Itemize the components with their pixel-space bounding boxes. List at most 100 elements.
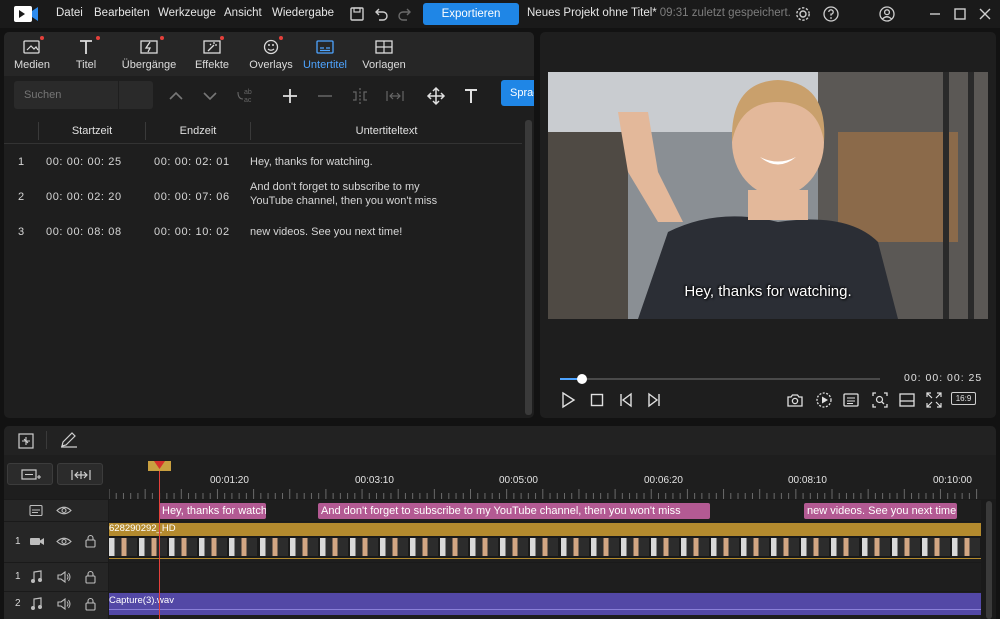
menu-tools[interactable]: Werkzeuge (158, 7, 216, 19)
ruler-tick-label: 00:08:10 (788, 475, 827, 486)
tab-overlays-label: Overlays (249, 59, 293, 71)
edit-pen-icon[interactable] (59, 431, 79, 449)
language-button[interactable]: Sprac (501, 80, 534, 106)
timeline-scrollbar[interactable] (986, 501, 992, 619)
tab-subtitles[interactable]: Untertitel (295, 36, 355, 74)
add-subtitle-icon[interactable] (280, 86, 300, 106)
eye-visibility-icon[interactable] (56, 504, 72, 517)
subtitle-overlay-text: Hey, thanks for watching. (684, 283, 852, 300)
move-position-icon[interactable] (426, 86, 446, 106)
export-button[interactable]: Exportieren (423, 3, 519, 25)
row-subtitle-text[interactable]: And don't forget to subscribe to my YouT… (250, 180, 450, 208)
seek-handle[interactable] (577, 374, 588, 384)
seek-bar[interactable] (560, 374, 880, 384)
header-end-time: Endzeit (179, 125, 217, 137)
playback-quality-icon[interactable] (815, 391, 833, 409)
audio-clip[interactable]: Capture(3).wav (109, 593, 981, 615)
layout-toggle-icon[interactable] (898, 391, 916, 409)
toolbar-divider (46, 431, 47, 449)
row-end-time[interactable]: 00: 00: 10: 02 (154, 225, 230, 239)
account-icon[interactable] (878, 5, 896, 23)
subtitle-clip[interactable]: Hey, thanks for watch (159, 503, 266, 519)
video-clip[interactable]: 628290292_HD (109, 523, 981, 559)
menu-edit[interactable]: Bearbeiten (94, 7, 150, 19)
row-end-time[interactable]: 00: 00: 07: 06 (154, 190, 230, 204)
audio-track-1-lane[interactable] (109, 563, 981, 591)
zoom-preview-icon[interactable] (871, 391, 889, 409)
row-subtitle-text[interactable]: new videos. See you next time! (250, 225, 450, 239)
ruler-tick-label: 00:03:10 (355, 475, 394, 486)
minimize-icon[interactable] (926, 5, 944, 23)
video-track-lane[interactable]: 628290292_HD (109, 522, 981, 562)
maximize-icon[interactable] (951, 5, 969, 23)
previous-frame-icon[interactable] (617, 391, 635, 409)
snapshot-camera-icon[interactable] (786, 391, 804, 409)
search-input[interactable] (14, 81, 118, 109)
row-start-time[interactable]: 00: 00: 08: 08 (46, 225, 122, 239)
close-icon[interactable] (976, 5, 994, 23)
playhead-line (159, 461, 160, 619)
subtitle-clip[interactable]: new videos. See you next time! (804, 503, 957, 519)
settings-gear-icon[interactable] (794, 5, 812, 23)
tab-overlays[interactable]: Overlays (241, 36, 301, 74)
playhead-handle[interactable] (147, 460, 172, 472)
tab-effects[interactable]: Effekte (182, 36, 242, 74)
redo-icon[interactable] (396, 5, 414, 23)
video-thumbnail (951, 538, 980, 556)
video-preview[interactable]: Hey, thanks for watching. (548, 72, 988, 319)
tab-transitions[interactable]: Übergänge (119, 36, 179, 74)
stop-icon[interactable] (588, 391, 606, 409)
replace-text-icon[interactable]: ab ac (236, 86, 256, 106)
merge-subtitle-icon[interactable] (385, 86, 405, 106)
chevron-down-icon[interactable] (200, 86, 220, 106)
volume-icon[interactable] (56, 570, 72, 584)
aspect-ratio-button[interactable]: 16:9 (951, 392, 976, 405)
subtitle-track-header (4, 500, 108, 521)
chevron-up-icon[interactable] (166, 86, 186, 106)
row-start-time[interactable]: 00: 00: 02: 20 (46, 190, 122, 204)
video-thumbnail (199, 538, 228, 556)
lock-icon[interactable] (84, 534, 97, 548)
fit-timeline-button[interactable] (57, 463, 103, 485)
lock-icon[interactable] (84, 570, 97, 584)
track-manager-icon[interactable] (17, 432, 35, 450)
row-start-time[interactable]: 00: 00: 00: 25 (46, 155, 122, 169)
eye-visibility-icon[interactable] (56, 535, 72, 548)
menu-view[interactable]: Ansicht (224, 7, 262, 19)
ruler-ticks (109, 489, 978, 499)
subtitle-toggle-icon[interactable] (842, 391, 860, 409)
table-scrollbar[interactable] (525, 120, 532, 415)
remove-subtitle-icon[interactable] (315, 86, 335, 106)
next-frame-icon[interactable] (645, 391, 663, 409)
lock-icon[interactable] (84, 597, 97, 611)
subtitle-toolbar: ab ac Sprac (4, 76, 534, 116)
row-end-time[interactable]: 00: 00: 02: 01 (154, 155, 230, 169)
preview-panel: Hey, thanks for watching. 00: 00: 00: 25 (540, 32, 996, 418)
menu-file[interactable]: Datei (56, 7, 83, 19)
add-track-button[interactable] (7, 463, 53, 485)
tab-media[interactable]: Medien (4, 36, 62, 74)
audio-track-2-lane[interactable]: Capture(3).wav (109, 592, 981, 619)
row-subtitle-text[interactable]: Hey, thanks for watching. (250, 155, 450, 169)
text-style-icon[interactable] (461, 86, 481, 106)
split-subtitle-icon[interactable] (350, 86, 370, 106)
fullscreen-icon[interactable] (925, 391, 943, 409)
tab-title[interactable]: Titel (56, 36, 116, 74)
video-thumbnail (470, 538, 499, 556)
app-logo-icon (14, 6, 38, 22)
menu-playback[interactable]: Wiedergabe (272, 7, 334, 19)
subtitle-clip[interactable]: And don't forget to subscribe to my YouT… (318, 503, 710, 519)
video-camera-icon (30, 538, 44, 545)
video-thumbnail (921, 538, 950, 556)
help-icon[interactable] (822, 5, 840, 23)
ruler-tick-label: 00:05:00 (499, 475, 538, 486)
undo-icon[interactable] (372, 5, 390, 23)
save-icon[interactable] (348, 5, 366, 23)
tab-templates[interactable]: Vorlagen (354, 36, 414, 74)
header-start-time: Startzeit (71, 125, 113, 137)
video-thumbnail (801, 538, 830, 556)
volume-icon[interactable] (56, 597, 72, 611)
subtitle-track-lane[interactable]: Hey, thanks for watch And don't forget t… (109, 500, 981, 521)
play-icon[interactable] (559, 391, 577, 409)
video-track-header: 1 (4, 522, 108, 562)
